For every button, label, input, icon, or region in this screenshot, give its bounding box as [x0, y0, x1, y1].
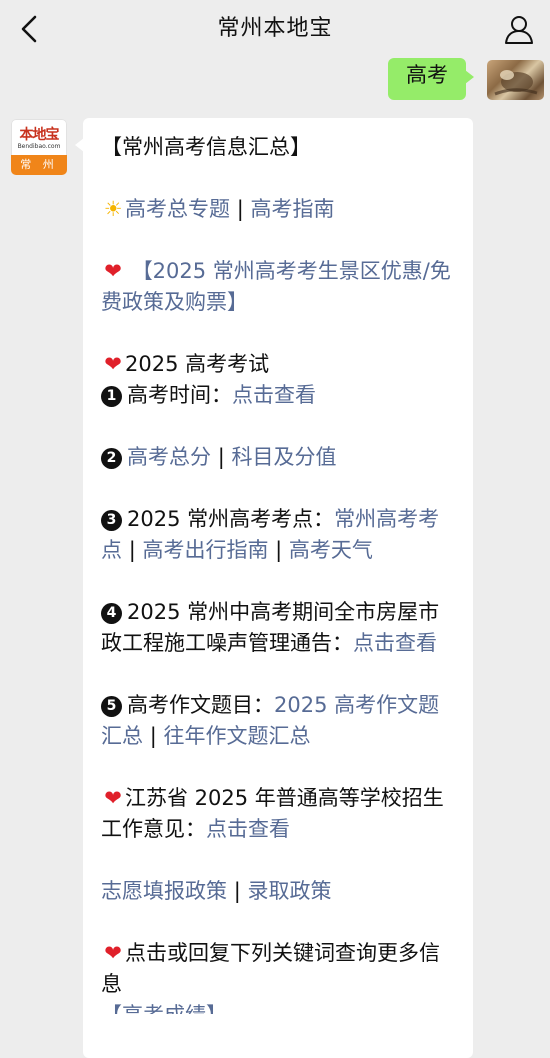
item3-label: 2025 常州高考考点：	[127, 507, 335, 531]
volunteer-policy-link[interactable]: 志愿填报政策	[101, 879, 227, 903]
separator: |	[233, 879, 241, 903]
scenic-link[interactable]: 【2025 常州高考考生景区优惠/免费政策及购票】	[101, 259, 451, 314]
item5-label: 高考作文题目：	[127, 693, 274, 717]
chat-title: 常州本地宝	[217, 16, 333, 41]
query-line: ❤ 点击或回复下列关键词查询更多信息	[101, 938, 459, 1000]
exam-heading: 2025 高考考试	[125, 352, 270, 376]
exam-heading-line: ❤ 2025 高考考试	[101, 349, 459, 380]
topic-line: ☀ 高考总专题 | 高考指南	[101, 194, 459, 225]
item4-link[interactable]: 点击查看	[353, 631, 437, 655]
heart-icon: ❤	[104, 941, 122, 965]
message-body: 【常州高考信息汇总】 ☀ 高考总专题 | 高考指南 ❤ 【2025 常州高考考生景…	[101, 132, 459, 1014]
number-3-icon: 3	[101, 510, 122, 531]
score-keyword[interactable]: 【高考成绩】	[101, 1000, 459, 1014]
user-icon	[505, 16, 533, 44]
item2-line: 2 高考总分 | 科目及分值	[101, 442, 459, 473]
separator: |	[128, 538, 136, 562]
travel-guide-link[interactable]: 高考出行指南	[142, 538, 268, 562]
query-text: 点击或回复下列关键词查询更多信息	[101, 941, 440, 996]
topic-link[interactable]: 高考总专题	[125, 197, 230, 221]
item5-line: 5 高考作文题目：2025 高考作文题汇总 | 往年作文题汇总	[101, 690, 459, 752]
separator: |	[217, 445, 225, 469]
separator: |	[275, 538, 283, 562]
incoming-message-bubble: 【常州高考信息汇总】 ☀ 高考总专题 | 高考指南 ❤ 【2025 常州高考考生景…	[75, 118, 473, 1058]
jiangsu-line: ❤ 江苏省 2025 年普通高等学校招生工作意见：点击查看	[101, 783, 459, 845]
number-4-icon: 4	[101, 603, 122, 624]
item1-link[interactable]: 点击查看	[232, 383, 316, 407]
outgoing-message-row: 高考	[244, 58, 544, 102]
guide-link[interactable]: 高考指南	[250, 197, 334, 221]
total-score-link[interactable]: 高考总分	[127, 445, 211, 469]
outgoing-bubble[interactable]: 高考	[388, 58, 474, 100]
profile-button[interactable]	[502, 12, 536, 46]
separator: |	[236, 197, 244, 221]
policy-line: 志愿填报政策 | 录取政策	[101, 876, 459, 907]
avatar-image	[494, 70, 538, 96]
heart-icon: ❤	[104, 786, 122, 810]
number-1-icon: 1	[101, 386, 122, 407]
message-heading: 【常州高考信息汇总】	[101, 135, 311, 159]
heart-icon: ❤	[104, 352, 122, 376]
jiangsu-link[interactable]: 点击查看	[206, 817, 290, 841]
number-5-icon: 5	[101, 696, 122, 717]
logo-subtext: Bendibao.com	[17, 143, 61, 150]
sun-icon: ☀	[103, 197, 123, 221]
logo-text: 本地宝	[19, 127, 60, 143]
item4-line: 4 2025 常州中高考期间全市房屋市政工程施工噪声管理通告：点击查看	[101, 597, 459, 659]
item1-line: 1 高考时间：点击查看	[101, 380, 459, 411]
heart-icon: ❤	[104, 259, 122, 283]
subjects-link[interactable]: 科目及分值	[231, 445, 336, 469]
my-avatar[interactable]	[487, 60, 544, 100]
bendibao-avatar[interactable]: 本地宝 Bendibao.com 常 州	[11, 119, 67, 175]
chat-header: 常州本地宝	[0, 0, 550, 58]
admission-policy-link[interactable]: 录取政策	[247, 879, 331, 903]
past-essays-link[interactable]: 往年作文题汇总	[163, 724, 310, 748]
scenic-line: ❤ 【2025 常州高考考生景区优惠/免费政策及购票】	[101, 256, 459, 318]
item3-line: 3 2025 常州高考考点：常州高考考点 | 高考出行指南 | 高考天气	[101, 504, 459, 566]
item1-label: 高考时间：	[127, 383, 232, 407]
separator: |	[149, 724, 157, 748]
weather-link[interactable]: 高考天气	[289, 538, 373, 562]
logo-city: 常 州	[11, 155, 67, 175]
number-2-icon: 2	[101, 448, 122, 469]
